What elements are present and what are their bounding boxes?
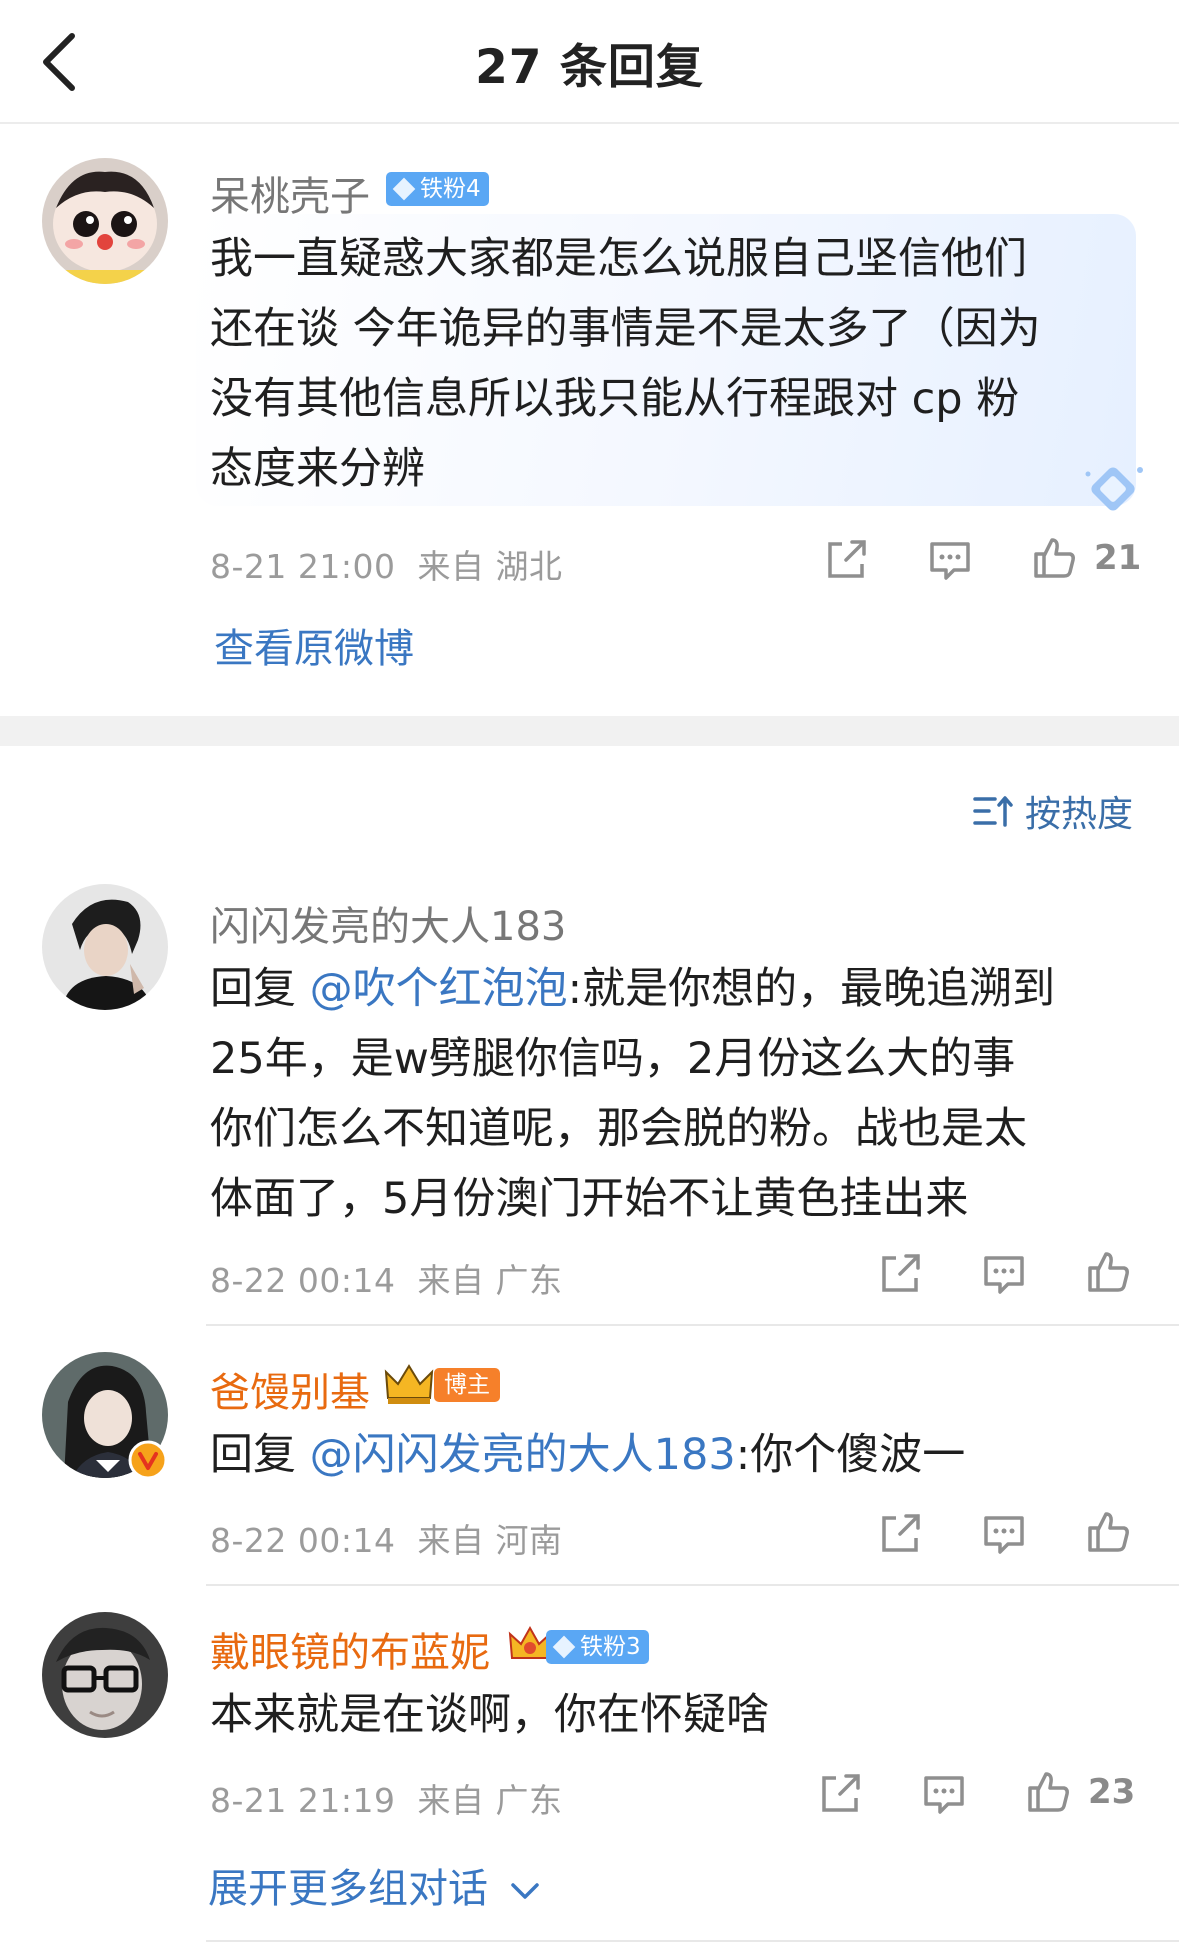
reply-line-text: :你个傻波一 <box>735 1430 966 1480</box>
fan-badge-label: 铁粉3 <box>580 1634 641 1660</box>
comment-line: 我一直疑惑大家都是怎么说服自己坚信他们 <box>210 234 1027 284</box>
comment-icon[interactable] <box>920 1770 968 1818</box>
like-icon[interactable] <box>1084 1508 1132 1556</box>
reply-line: 回复 @吹个红泡泡:就是你想的，最晚追溯到 <box>210 954 1055 1024</box>
reply-meta: 8-22 00:14 来自 河南 <box>210 1514 562 1562</box>
diamond-icon <box>1085 467 1143 511</box>
reply-text: 回复 @闪闪发亮的大人183:你个傻波一 <box>210 1420 965 1490</box>
blogger-badge: 博主 <box>434 1368 500 1402</box>
reply-line: 体面了，5月份澳门开始不让黄色挂出来 <box>210 1174 969 1224</box>
comment-icon[interactable] <box>926 536 974 584</box>
crown-icon <box>384 1364 434 1404</box>
top-bar: 27 条回复 <box>0 0 1179 124</box>
like-icon[interactable] <box>1024 1768 1072 1816</box>
comment-line: 态度来分辨 <box>210 444 425 494</box>
reply-time: 8-22 00:14 <box>210 1261 396 1300</box>
diamond-icon <box>552 1635 576 1659</box>
like-count: 23 <box>1088 1772 1136 1812</box>
reply-divider <box>206 1324 1179 1326</box>
avatar-image <box>42 158 168 284</box>
share-icon[interactable] <box>876 1510 924 1558</box>
reply-username[interactable]: 爸馒别基 <box>210 1360 370 1418</box>
reply-location: 来自 河南 <box>417 1521 563 1560</box>
reply-text: 回复 @吹个红泡泡:就是你想的，最晚追溯到 25年，是w劈腿你信吗，2月份这么大… <box>210 954 1055 1234</box>
reply-prefix: 回复 <box>210 1430 310 1480</box>
like-icon[interactable] <box>1084 1248 1132 1296</box>
mention-link[interactable]: @闪闪发亮的大人183 <box>310 1430 736 1480</box>
comment-icon[interactable] <box>980 1250 1028 1298</box>
sort-button[interactable]: 按热度 <box>973 786 1133 836</box>
comment-line: 没有其他信息所以我只能从行程跟对 cp 粉 <box>210 374 1020 424</box>
reply-divider <box>206 1584 1179 1586</box>
comment-location: 来自 湖北 <box>417 547 563 586</box>
comment-text: 我一直疑惑大家都是怎么说服自己坚信他们 还在谈 今年诡异的事情是不是太多了（因为… <box>210 224 1041 504</box>
share-icon[interactable] <box>876 1250 924 1298</box>
reply-meta: 8-21 21:19 来自 广东 <box>210 1774 562 1822</box>
reply-divider <box>206 1940 1179 1942</box>
expand-more-link[interactable]: 展开更多组对话 <box>208 1856 543 1914</box>
comment-icon[interactable] <box>980 1510 1028 1558</box>
reply-line: 25年，是w劈腿你信吗，2月份这么大的事 <box>210 1034 1016 1084</box>
reply-username[interactable]: 戴眼镜的布蓝妮 <box>210 1620 490 1678</box>
fan-badge-label: 铁粉4 <box>420 176 481 202</box>
reply-time: 8-22 00:14 <box>210 1521 396 1560</box>
reply-time: 8-21 21:19 <box>210 1781 396 1820</box>
reply-location: 来自 广东 <box>417 1261 563 1300</box>
reply-location: 来自 广东 <box>417 1781 563 1820</box>
reply-meta: 8-22 00:14 来自 广东 <box>210 1254 562 1302</box>
section-divider <box>0 716 1179 746</box>
reply-line: 你们怎么不知道呢，那会脱的粉。战也是太 <box>210 1104 1027 1154</box>
reply-username[interactable]: 闪闪发亮的大人183 <box>210 894 566 952</box>
like-count: 21 <box>1094 538 1142 578</box>
expand-more-label: 展开更多组对话 <box>208 1866 488 1912</box>
view-original-link[interactable]: 查看原微博 <box>214 616 414 674</box>
diamond-icon <box>392 177 416 201</box>
share-icon[interactable] <box>816 1770 864 1818</box>
reply-prefix: 回复 <box>210 964 310 1014</box>
like-icon[interactable] <box>1030 534 1078 582</box>
chevron-down-icon <box>510 1883 539 1899</box>
fan-badge: 铁粉3 <box>546 1630 649 1664</box>
avatar[interactable] <box>42 158 168 284</box>
avatar[interactable] <box>42 884 168 1010</box>
avatar[interactable] <box>42 1612 168 1738</box>
reply-text: 本来就是在谈啊，你在怀疑啥 <box>210 1690 769 1740</box>
comment-line: 还在谈 今年诡异的事情是不是太多了（因为 <box>210 304 1041 354</box>
share-icon[interactable] <box>822 536 870 584</box>
avatar-image <box>42 1612 168 1738</box>
reply-line-text: :就是你想的，最晚追溯到 <box>567 964 1056 1014</box>
verified-icon <box>128 1440 168 1480</box>
mention-link[interactable]: @吹个红泡泡 <box>310 964 568 1014</box>
reply-line: 回复 @闪闪发亮的大人183:你个傻波一 <box>210 1420 965 1490</box>
comment-time: 8-21 21:00 <box>210 547 396 586</box>
sort-icon <box>973 796 1013 827</box>
comment-meta: 8-21 21:00 来自 湖北 <box>210 540 562 588</box>
sort-label: 按热度 <box>1024 794 1133 835</box>
fan-badge: 铁粉4 <box>386 172 489 206</box>
avatar-image <box>42 884 168 1010</box>
page-title: 27 条回复 <box>475 40 704 95</box>
